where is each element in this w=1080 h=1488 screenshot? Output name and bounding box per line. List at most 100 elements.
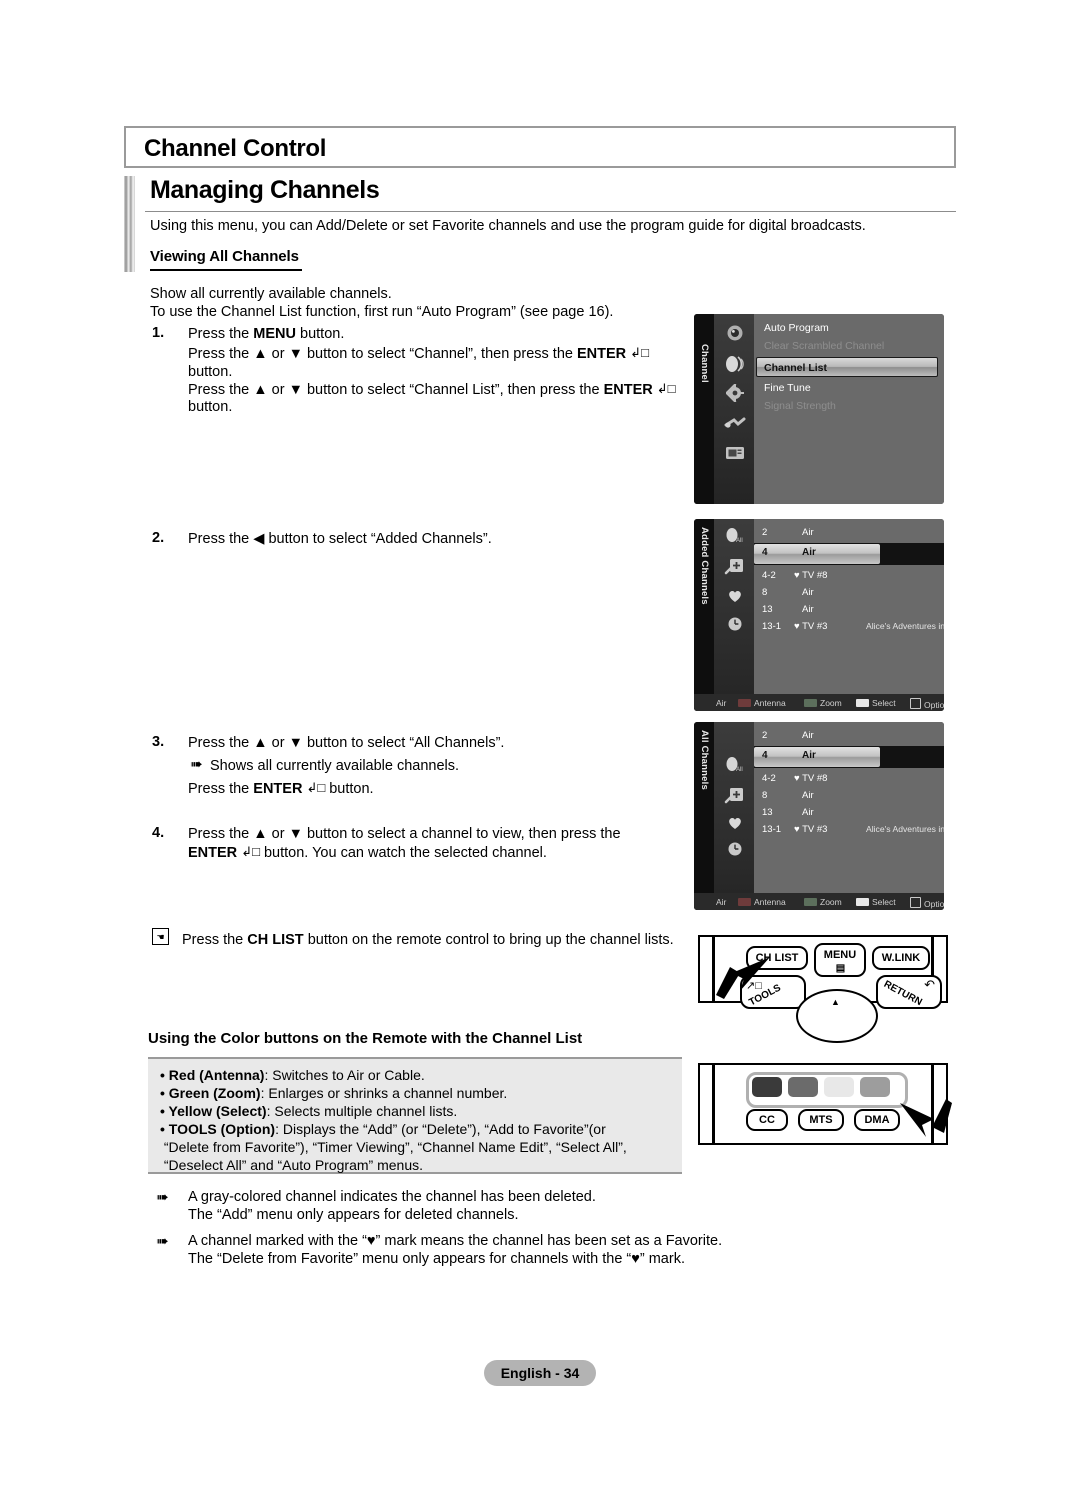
red-swatch-icon [738,898,751,906]
green-color-button[interactable] [788,1077,818,1097]
menu-item-clear-scrambled-channel[interactable]: Clear Scrambled Channel [764,340,884,352]
remote-diagram-ch-list: CH LIST MENU ▤ W.LINK ↗□ TOOLS RETURN ↶ … [698,935,948,1043]
enter-icon: ↲□ [306,780,326,795]
tools-icon [910,897,921,908]
channel-number: 13-1 [762,824,782,835]
blue-color-button[interactable] [860,1077,890,1097]
step-1-line-1: Press the MENU button. [188,326,345,342]
channel-number: 13 [762,604,773,615]
channel-name: Air [802,587,814,598]
ch-list-hint-text: Press the CH LIST button on the remote c… [182,932,674,948]
table-row[interactable]: 8 Air [754,585,944,602]
channel-name-selected: Air [802,547,816,558]
table-row[interactable]: 2 Air [754,728,944,745]
all-channels-icon[interactable]: All [724,756,746,774]
step-3-line-2: Shows all currently available channels. [210,758,460,774]
table-row[interactable]: 2 Air [754,525,944,542]
channel-name: Air [802,527,814,538]
section-divider [145,211,956,212]
step-1-number: 1. [152,325,165,341]
tools-option-button[interactable]: Option [910,897,944,909]
cc-button[interactable]: CC [746,1109,788,1131]
red-color-button[interactable] [752,1077,782,1097]
osd-menu-body: Auto Program Clear Scrambled Channel Cha… [754,314,944,504]
subsection-underline [150,269,302,271]
red-swatch-icon [738,699,751,707]
color-item-red: • Red (Antenna): Switches to Air or Cabl… [160,1067,425,1083]
channel-number-selected: 4 [762,547,768,558]
green-zoom-button[interactable]: Zoom [804,698,842,708]
yellow-select-button[interactable]: Select [856,897,896,907]
hand-pointer-icon: ☚ [152,928,169,945]
added-channels-icon[interactable] [724,786,746,804]
yellow-select-button[interactable]: Select [856,698,896,708]
table-row[interactable]: 4-2 ♥ TV #8 [754,568,944,585]
section-title: Managing Channels [150,176,380,204]
green-zoom-button[interactable]: Zoom [804,897,842,907]
osd-footer-bar: Air Antenna Zoom Select Option [694,694,944,711]
setup-icon[interactable] [725,383,744,403]
channel-number: 4-2 [762,773,776,784]
step-3-line-3: Press the ENTER ↲□ button. [188,780,374,797]
table-row-selected[interactable] [754,544,880,564]
channel-name: ♥ TV #8 [794,773,828,784]
color-item-tools-line3: “Deselect All” and “Auto Program” menus. [160,1157,423,1173]
svg-text:All: All [736,538,743,544]
menu-item-fine-tune[interactable]: Fine Tune [764,382,811,394]
green-swatch-icon [804,699,817,707]
table-row[interactable]: 13 Air [754,805,944,822]
osd-footer-bar: Air Antenna Zoom Select Option [694,893,944,910]
favorite-heart-icon[interactable] [726,587,744,605]
mts-button[interactable]: MTS [798,1109,844,1131]
channel-number: 4-2 [762,570,776,581]
table-row[interactable]: 4-2 ♥ TV #8 [754,771,944,788]
dma-button[interactable]: DMA [854,1109,900,1131]
osd-added-body: 2 Air 4 Air 4-2 ♥ TV #8 8 Air 13 Air 13-… [754,519,944,711]
picture-icon[interactable] [726,324,744,342]
channel-name: ♥ TV #3 [794,824,828,835]
channel-number: 2 [762,527,768,538]
step-2-number: 2. [152,530,165,546]
menu-button[interactable]: MENU ▤ [814,943,866,977]
menu-item-auto-program[interactable]: Auto Program [764,322,829,334]
table-row[interactable]: 13-1 ♥ TV #3 Alice's Adventures in Wonde… [754,619,944,636]
color-item-yellow: • Yellow (Select): Selects multiple chan… [160,1103,458,1119]
remote-diagram-color-buttons: CC MTS DMA [698,1063,952,1145]
w-link-button[interactable]: W.LINK [872,946,930,970]
program-title: Alice's Adventures in Wonderland [866,824,944,834]
enter-icon: ↲□ [656,381,676,396]
antenna-mode-label: Air [716,897,727,907]
dpad-up-icon: ▲ [831,997,840,1007]
added-channels-icon[interactable] [724,557,746,575]
red-antenna-button[interactable]: Antenna [738,698,786,708]
color-item-tools: • TOOLS (Option): Displays the “Add” (or… [160,1121,606,1137]
programmed-clock-icon[interactable] [726,615,744,633]
channel-number-selected: 4 [762,750,768,761]
favorite-heart-icon[interactable] [726,814,744,832]
return-arrow-icon: ↶ [924,977,935,992]
note-2-line-2: The “Delete from Favorite” menu only app… [188,1251,685,1267]
osd-channel-menu: Channel Auto Program Clear Scrambled Cha… [694,314,944,504]
sound-icon[interactable] [724,354,746,374]
subsection-heading: Viewing All Channels [150,248,299,265]
table-row[interactable]: 8 Air [754,788,944,805]
menu-item-channel-list-label: Channel List [764,362,828,374]
table-row-selected[interactable] [754,747,880,767]
return-button[interactable]: RETURN ↶ [876,975,942,1009]
channel-name: Air [802,730,814,741]
osd-icon-column: All [714,722,754,910]
enter-icon: ↲□ [630,345,649,360]
menu-item-signal-strength[interactable]: Signal Strength [764,400,836,412]
table-row[interactable]: 13-1 ♥ TV #3 Alice's Adventures in Wonde… [754,822,944,839]
red-antenna-button[interactable]: Antenna [738,897,786,907]
table-row[interactable]: 13 Air [754,602,944,619]
all-channels-icon[interactable]: All [724,527,746,545]
input-icon[interactable] [724,414,746,432]
remote-edge-left [712,1065,715,1143]
color-buttons-heading: Using the Color buttons on the Remote wi… [148,1030,583,1047]
tools-option-button[interactable]: Option [910,698,944,710]
yellow-color-button[interactable] [824,1077,854,1097]
programmed-clock-icon[interactable] [726,840,744,858]
support-icon[interactable] [724,444,746,462]
osd-icon-column: All [714,519,754,711]
